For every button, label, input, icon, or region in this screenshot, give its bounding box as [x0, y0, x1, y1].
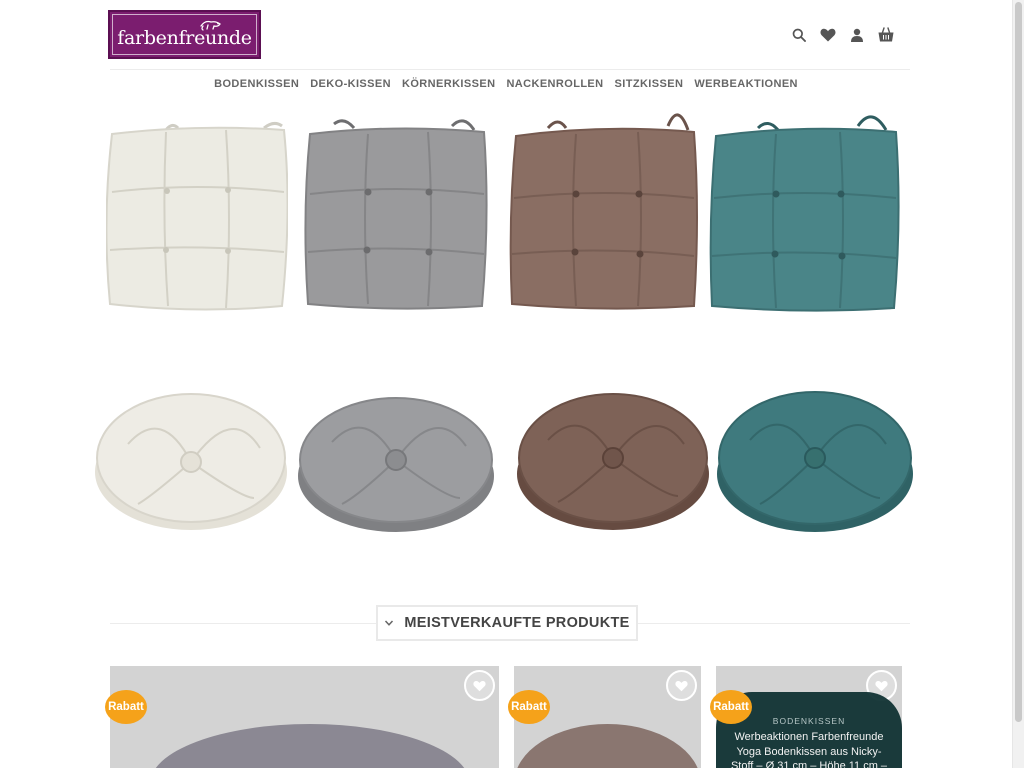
round-cushion-cream — [95, 393, 287, 530]
nav-item-werbeaktionen[interactable]: WERBEAKTIONEN — [694, 78, 798, 90]
heart-icon — [473, 680, 486, 691]
square-cushion-grey — [304, 119, 488, 310]
section-divider-right — [638, 623, 910, 624]
scrollbar-thumb[interactable] — [1015, 2, 1022, 722]
main-navigation: BODENKISSEN DEKO-KISSEN KÖRNERKISSEN NAC… — [0, 70, 1012, 98]
logo-wordmark: farbenfreunde — [117, 26, 252, 49]
chevron-down-icon — [385, 620, 394, 626]
basket-icon[interactable] — [877, 26, 894, 43]
nav-item-sitzkissen[interactable]: SITZKISSEN — [615, 78, 684, 90]
square-cushion-teal — [709, 115, 900, 312]
site-logo[interactable]: farbenfreunde — [108, 10, 261, 59]
product-card[interactable] — [110, 666, 499, 768]
round-cushion-brown — [517, 393, 709, 530]
section-divider-left — [110, 623, 376, 624]
section-title: MEISTVERKAUFTE PRODUKTE — [404, 615, 630, 631]
product-image[interactable] — [514, 724, 701, 768]
round-cushion-grey — [298, 397, 494, 532]
logo-frame: farbenfreunde — [112, 14, 257, 55]
site-header: farbenfreunde — [0, 0, 1012, 70]
wishlist-button[interactable] — [464, 670, 495, 701]
nav-item-deko-kissen[interactable]: DEKO-KISSEN — [310, 78, 391, 90]
section-title-box: MEISTVERKAUFTE PRODUKTE — [376, 605, 638, 641]
square-cushion-cream — [106, 121, 288, 311]
heart-icon[interactable] — [819, 26, 836, 43]
product-image[interactable] — [150, 724, 470, 768]
heart-icon — [875, 680, 888, 691]
sale-badge: Rabatt — [710, 690, 752, 724]
search-icon[interactable] — [790, 26, 807, 43]
sale-badge: Rabatt — [508, 690, 550, 724]
page-scrollbar[interactable] — [1012, 0, 1024, 768]
sale-badge: Rabatt — [105, 690, 147, 724]
wishlist-button[interactable] — [666, 670, 697, 701]
product-title[interactable]: Werbeaktionen Farbenfreunde Yoga Bodenki… — [716, 730, 902, 768]
nav-item-nackenrollen[interactable]: NACKENROLLEN — [506, 78, 603, 90]
heart-icon — [675, 680, 688, 691]
hero-banner[interactable] — [90, 100, 920, 560]
chameleon-logo-icon — [200, 20, 221, 31]
user-icon[interactable] — [848, 26, 865, 43]
nav-item-koernerkissen[interactable]: KÖRNERKISSEN — [402, 78, 495, 90]
round-cushion-teal — [717, 391, 913, 532]
nav-item-bodenkissen[interactable]: BODENKISSEN — [214, 78, 299, 90]
bestseller-section-header: MEISTVERKAUFTE PRODUKTE — [110, 605, 910, 641]
square-cushion-brown — [509, 113, 698, 310]
header-icons — [790, 26, 894, 43]
